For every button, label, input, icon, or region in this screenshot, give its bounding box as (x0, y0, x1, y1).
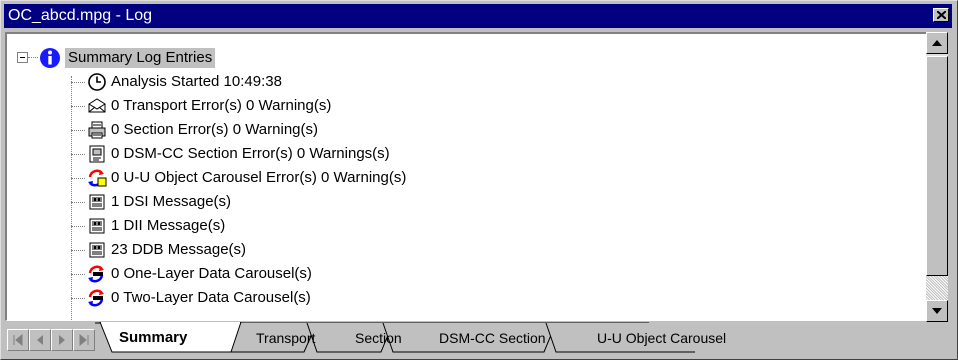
envelope-icon (88, 98, 106, 113)
message-icon (89, 242, 105, 258)
tree-item-label: Analysis Started 10:49:38 (111, 73, 282, 90)
tree-item-label: 0 Two-Layer Data Carousel(s) (111, 289, 311, 306)
data-carousel-icon (88, 265, 104, 283)
tree-item[interactable]: 0 DSM-CC Section Error(s) 0 Warnings(s) (7, 142, 707, 166)
close-button[interactable] (933, 8, 949, 22)
tree-item[interactable]: 0 Section Error(s) 0 Warning(s) (7, 118, 707, 142)
tree-item[interactable]: 23 DDB Message(s) (7, 238, 707, 262)
first-icon (13, 334, 23, 346)
previous-tab-button[interactable] (29, 329, 51, 351)
tree-item[interactable]: 0 Two-Layer Data Carousel(s) (7, 286, 707, 310)
last-tab-button[interactable] (73, 329, 95, 351)
carousel-icon (88, 169, 107, 187)
clock-icon (88, 73, 106, 91)
document-icon (89, 145, 105, 163)
window-title: OC_abcd.mpg - Log (8, 7, 153, 24)
title-bar[interactable]: OC_abcd.mpg - Log (4, 4, 952, 28)
vertical-scrollbar[interactable] (926, 32, 948, 322)
tree-item-label: 1 DII Message(s) (111, 217, 226, 234)
tree-root[interactable]: Summary Log Entries (7, 46, 507, 70)
tree-item[interactable]: 0 Transport Error(s) 0 Warning(s) (7, 94, 707, 118)
arrow-down-icon (932, 308, 942, 314)
tree-item-label: 1 DSI Message(s) (111, 193, 232, 210)
tree-item-label: 0 Section Error(s) 0 Warning(s) (111, 121, 318, 138)
scroll-down-button[interactable] (926, 300, 948, 322)
tree-item[interactable]: Analysis Started 10:49:38 (7, 70, 707, 94)
scroll-up-button[interactable] (926, 32, 948, 54)
info-icon (40, 48, 60, 68)
tree-item-label: 0 DSM-CC Section Error(s) 0 Warnings(s) (111, 145, 390, 162)
tree-root-label: Summary Log Entries (65, 48, 216, 68)
message-icon (89, 194, 105, 210)
tree-item[interactable]: 1 DSI Message(s) (7, 190, 707, 214)
arrow-right-icon (59, 335, 65, 345)
data-carousel-icon (88, 289, 104, 307)
tree-item-label: 23 DDB Message(s) (111, 241, 247, 258)
message-icon (89, 218, 105, 234)
printer-icon (88, 121, 106, 139)
first-tab-button[interactable] (7, 329, 29, 351)
arrow-up-icon (932, 40, 942, 46)
arrow-left-icon (37, 335, 43, 345)
log-window: OC_abcd.mpg - Log Summary Log Entries An… (0, 0, 958, 360)
scroll-track[interactable] (926, 276, 948, 300)
tree-item[interactable]: 1 DII Message(s) (7, 214, 707, 238)
tree-item-label: 0 Transport Error(s) 0 Warning(s) (111, 97, 332, 114)
tree-item-label: 0 U-U Object Carousel Error(s) 0 Warning… (111, 169, 407, 186)
next-tab-button[interactable] (51, 329, 73, 351)
tree-item-label: 0 One-Layer Data Carousel(s) (111, 265, 312, 282)
tree-item[interactable]: 0 U-U Object Carousel Error(s) 0 Warning… (7, 166, 707, 190)
close-icon (937, 11, 946, 19)
scroll-thumb[interactable] (926, 56, 948, 276)
tree-item[interactable]: 0 One-Layer Data Carousel(s) (7, 262, 707, 286)
log-tree[interactable]: Summary Log Entries Analysis Started 10:… (5, 32, 928, 321)
tab-bar: Summary Transport Section DSM-CC Section… (5, 322, 949, 354)
last-icon (79, 334, 89, 346)
